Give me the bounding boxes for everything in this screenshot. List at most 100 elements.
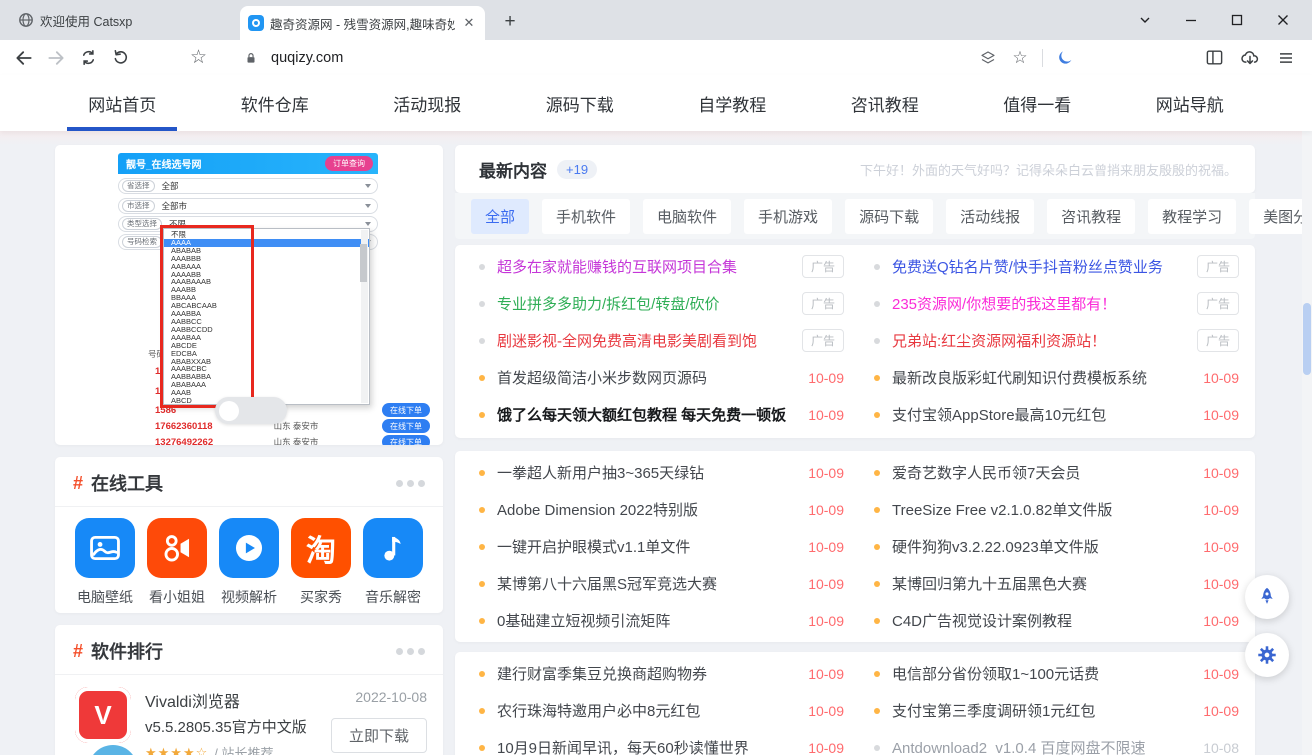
refresh-icon[interactable]	[72, 42, 104, 74]
phone-number: 13276492262	[118, 437, 210, 446]
tool-label: 视频解析	[221, 587, 277, 607]
more-dots-icon[interactable]	[396, 648, 425, 655]
tool-2[interactable]: 视频解析	[217, 518, 281, 607]
bookmark-star-icon[interactable]: ☆	[1004, 42, 1036, 74]
nav-tint-strip	[0, 131, 1312, 145]
list-column-right: 免费送Q钻名片赞/快手抖音粉丝点赞业务广告235资源网/你想要的我这里都有！广告…	[874, 248, 1239, 438]
list-item[interactable]: 最新改良版彩虹代刷知识付费模板系统10-09	[874, 359, 1239, 396]
phone-row[interactable]: 13276492262山东 泰安市在线下单	[118, 435, 430, 445]
list-item[interactable]: 剧迷影视-全网免费高清电影美剧看到饱广告	[479, 322, 844, 359]
dark-mode-moon-icon[interactable]	[1049, 42, 1081, 74]
list-item[interactable]: 农行珠海特邀用户必中8元红包10-09	[479, 692, 844, 729]
nav-item-3[interactable]: 源码下载	[532, 75, 628, 131]
taobao-icon: 淘	[291, 518, 351, 578]
list-item[interactable]: 10月9日新闻早讯，每天60秒读懂世界10-09	[479, 729, 844, 755]
nav-item-4[interactable]: 自学教程	[684, 75, 780, 131]
list-item[interactable]: 电信部分省份领取1~100元话费10-09	[874, 655, 1239, 692]
nav-item-2[interactable]: 活动现报	[379, 75, 475, 131]
list-item[interactable]: TreeSize Free v2.1.0.82单文件版10-09	[874, 491, 1239, 528]
settings-gear-button[interactable]	[1245, 633, 1289, 677]
dropdown-scrollbar[interactable]	[361, 230, 368, 403]
lock-icon[interactable]	[235, 42, 267, 74]
list-item[interactable]: 专业拼多多助力/拆红包/转盘/砍价广告	[479, 285, 844, 322]
list-item[interactable]: 235资源网/你想要的我这里都有！广告	[874, 285, 1239, 322]
category-tab-5[interactable]: 活动线报	[946, 199, 1034, 234]
page-scrollbar[interactable]	[1302, 75, 1312, 755]
list-item[interactable]: 免费送Q钻名片赞/快手抖音粉丝点赞业务广告	[874, 248, 1239, 285]
back-to-top-rocket-button[interactable]	[1245, 575, 1289, 619]
more-dots-icon[interactable]	[396, 480, 425, 487]
list-item[interactable]: Antdownload2_v1.0.4 百度网盘不限速10-08	[874, 729, 1239, 755]
list-item[interactable]: 饿了么每天领大额红包教程 每天免费一顿饭10-09	[479, 396, 844, 433]
history-undo-icon[interactable]	[104, 42, 136, 74]
item-date: 10-09	[808, 576, 844, 592]
category-tab-2[interactable]: 电脑软件	[643, 199, 731, 234]
download-now-button[interactable]: 立即下载	[331, 718, 427, 753]
item-title: 10月9日新闻早讯，每天60秒读懂世界	[497, 737, 794, 755]
tool-4[interactable]: 音乐解密	[361, 518, 425, 607]
window-close-button[interactable]	[1260, 5, 1306, 35]
list-item[interactable]: 某博回归第九十五届黑色大赛10-09	[874, 565, 1239, 602]
tab-close-icon[interactable]: ✕	[461, 15, 477, 31]
order-button[interactable]: 在线下单	[382, 435, 430, 445]
address-bar-url[interactable]: quqizy.com	[271, 50, 343, 66]
item-date: 10-09	[1203, 407, 1239, 423]
item-title: 某博第八十六届黑S冠军竞选大赛	[497, 573, 794, 594]
list-item[interactable]: 超多在家就能赚钱的互联网项目合集广告	[479, 248, 844, 285]
list-item[interactable]: 兄弟站:红尘资源网福利资源站！广告	[874, 322, 1239, 359]
category-tab-3[interactable]: 手机游戏	[744, 199, 832, 234]
featured-screenshot-card[interactable]: 靓号_在线选号网 订单查询 省选择全部市选择全部市类型选择不限号码检索 号码 1…	[55, 145, 443, 445]
new-tab-button[interactable]: +	[496, 8, 524, 36]
bullet-icon	[874, 301, 880, 307]
list-item[interactable]: Adobe Dimension 2022特别版10-09	[479, 491, 844, 528]
window-minimize-button[interactable]	[1168, 5, 1214, 35]
download-cloud-icon[interactable]	[1234, 42, 1266, 74]
list-item[interactable]: 一拳超人新用户抽3~365天绿钻10-09	[479, 454, 844, 491]
list-item[interactable]: 建行财富季集豆兑换商超购物券10-09	[479, 655, 844, 692]
nav-item-0[interactable]: 网站首页	[74, 75, 170, 131]
browser-toolbar: ☆ quqizy.com ☆	[0, 40, 1312, 75]
item-title: 最新改良版彩虹代刷知识付费模板系统	[892, 367, 1189, 388]
item-title: 饿了么每天领大额红包教程 每天免费一顿饭	[497, 404, 794, 425]
forward-icon[interactable]	[40, 42, 72, 74]
nav-item-1[interactable]: 软件仓库	[227, 75, 323, 131]
content-group-2: 一拳超人新用户抽3~365天绿钻10-09Adobe Dimension 202…	[455, 451, 1255, 642]
category-tab-7[interactable]: 教程学习	[1148, 199, 1236, 234]
item-title: 兄弟站:红尘资源网福利资源站！	[892, 330, 1183, 351]
window-maximize-button[interactable]	[1214, 5, 1260, 35]
content-group-3: 建行财富季集豆兑换商超购物券10-09农行珠海特邀用户必中8元红包10-0910…	[455, 652, 1255, 755]
ranking-item[interactable]: V Vivaldi浏览器 v5.5.2805.35官方中文版 ★★★★☆ / 站…	[55, 675, 443, 755]
tool-1[interactable]: 看小姐姐	[145, 518, 209, 607]
menu-icon[interactable]	[1270, 42, 1302, 74]
category-tab-1[interactable]: 手机软件	[542, 199, 630, 234]
order-button[interactable]: 在线下单	[382, 419, 430, 433]
category-tab-4[interactable]: 源码下载	[845, 199, 933, 234]
browser-tab-active[interactable]: 趣奇资源网 - 残雪资源网,趣味奇妙 ✕	[240, 6, 485, 40]
home-star-icon[interactable]: ☆	[190, 46, 207, 69]
layers-icon[interactable]	[972, 42, 1004, 74]
list-item[interactable]: 支付宝第三季度调研领1元红包10-09	[874, 692, 1239, 729]
category-tab-6[interactable]: 咨讯教程	[1047, 199, 1135, 234]
list-item[interactable]: 0基础建立短视频引流矩阵10-09	[479, 602, 844, 639]
tab-search-chevron-icon[interactable]	[1122, 5, 1168, 35]
list-item[interactable]: 一键开启护眼模式v1.1单文件10-09	[479, 528, 844, 565]
nav-item-5[interactable]: 咨讯教程	[837, 75, 933, 131]
browser-tab-welcome[interactable]: 欢迎使用 Catsxp	[8, 6, 234, 34]
category-tab-0[interactable]: 全部	[471, 199, 529, 234]
list-item[interactable]: 支付宝领AppStore最高10元红包10-09	[874, 396, 1239, 433]
list-item[interactable]: C4D广告视觉设计案例教程10-09	[874, 602, 1239, 639]
tool-0[interactable]: 电脑壁纸	[73, 518, 137, 607]
split-view-icon[interactable]	[1198, 42, 1230, 74]
scrollbar-thumb[interactable]	[1303, 303, 1311, 375]
order-button[interactable]: 在线下单	[382, 403, 430, 417]
list-item[interactable]: 爱奇艺数字人民币领7天会员10-09	[874, 454, 1239, 491]
back-icon[interactable]	[8, 42, 40, 74]
shot-field-1[interactable]: 市选择全部市	[118, 198, 378, 214]
list-item[interactable]: 某博第八十六届黑S冠军竞选大赛 10-09	[479, 565, 844, 602]
shot-field-0[interactable]: 省选择全部	[118, 178, 378, 194]
nav-item-6[interactable]: 值得一看	[989, 75, 1085, 131]
nav-item-7[interactable]: 网站导航	[1142, 75, 1238, 131]
list-item[interactable]: 硬件狗狗v3.2.22.0923单文件版10-09	[874, 528, 1239, 565]
list-item[interactable]: 首发超级简洁小米步数网页源码10-09	[479, 359, 844, 396]
tool-3[interactable]: 淘买家秀	[289, 518, 353, 607]
